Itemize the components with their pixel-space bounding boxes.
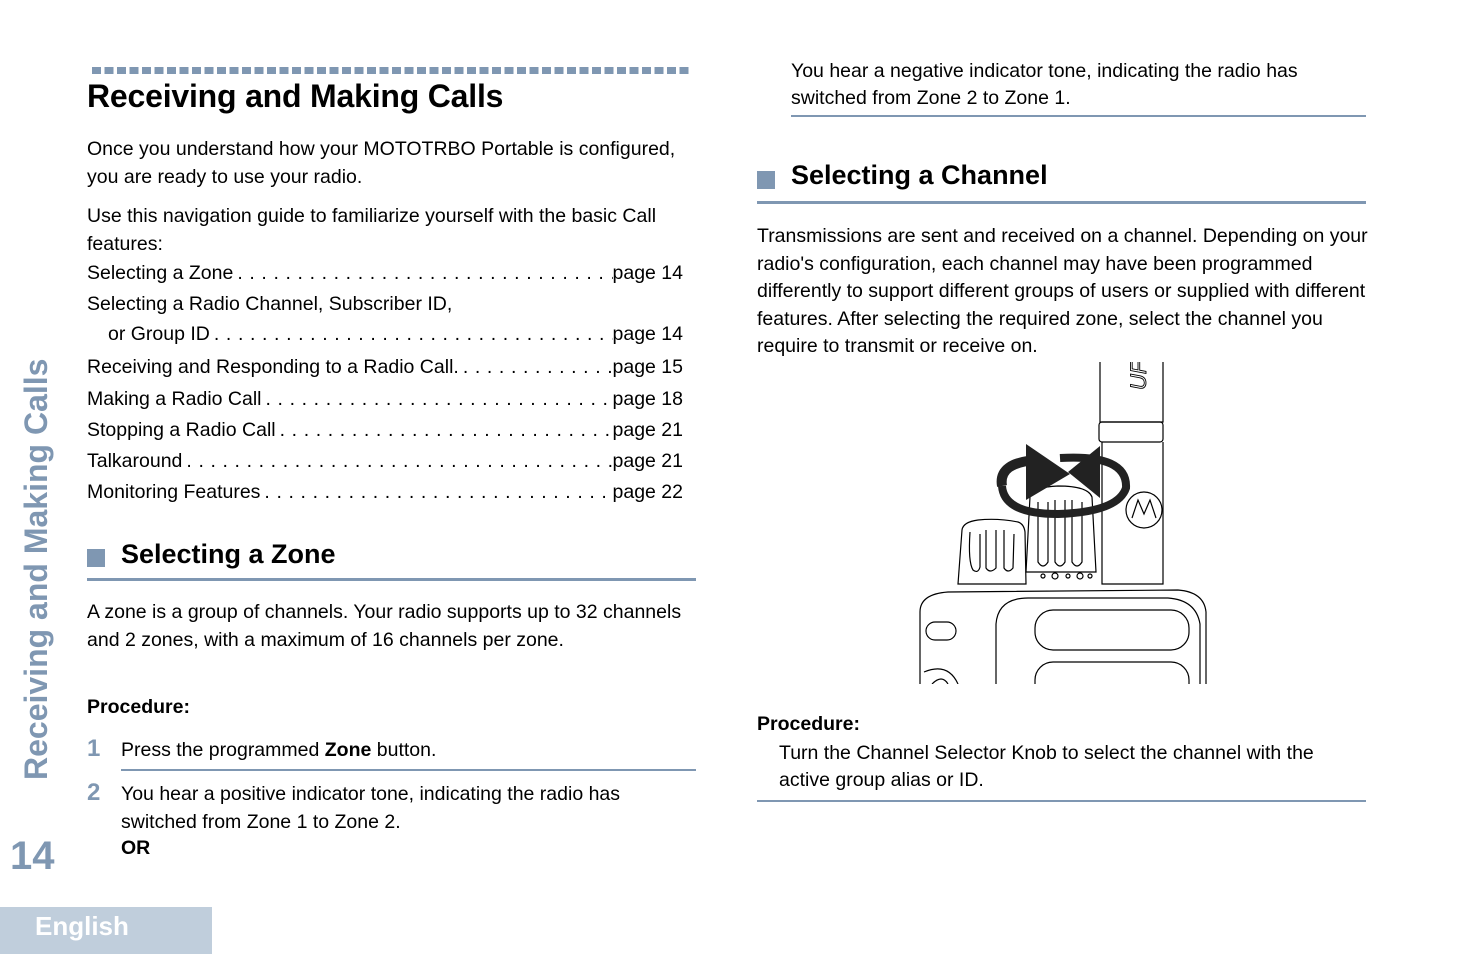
- zone-description: A zone is a group of channels. Your radi…: [87, 601, 682, 651]
- heading-rule: [757, 201, 1366, 204]
- toc-leader-dots: [182, 450, 612, 473]
- radio-knob-illustration: UF: [918, 362, 1213, 684]
- page-title: Receiving and Making Calls: [87, 78, 504, 114]
- toc-leader-dots: [210, 319, 613, 349]
- toc-label: Monitoring Features: [87, 481, 261, 504]
- heading-square-icon: [757, 171, 775, 189]
- intro-paragraph-2: Use this navigation guide to familiarize…: [87, 205, 657, 255]
- toc-label: Selecting a Zone: [87, 262, 234, 284]
- toc-label: Making a Radio Call: [87, 387, 262, 410]
- toc-label: Receiving and Responding to a Radio Call…: [87, 356, 459, 379]
- toc-page: page 14: [612, 262, 684, 284]
- procedure-label: Procedure:: [87, 696, 190, 718]
- toc-entry[interactable]: Making a Radio Call page 18: [87, 388, 683, 419]
- procedure-text: Turn the Channel Selector Knob to select…: [779, 742, 1314, 791]
- section-dotted-rule: [92, 67, 692, 74]
- zone-heading: Selecting a Zone: [121, 539, 336, 569]
- antenna-icon: UF: [1098, 362, 1164, 585]
- motorola-logo-icon: [1125, 491, 1163, 529]
- heading-square-icon: [87, 549, 105, 567]
- toc-leader-dots: [262, 388, 613, 411]
- toc-entry[interactable]: Selecting a Radio Channel, Subscriber ID…: [87, 293, 683, 356]
- toc-page: page 14: [612, 323, 684, 346]
- step-rule: [121, 769, 696, 771]
- step-text: Press the programmed Zone button.: [121, 736, 436, 764]
- procedure-label: Procedure:: [757, 713, 860, 735]
- toc-entry[interactable]: Selecting a Zone page 14: [87, 262, 683, 293]
- navigation-guide: Selecting a Zone page 14 Selecting a Rad…: [87, 262, 683, 513]
- toc-leader-dots: [233, 262, 612, 285]
- toc-page: page 15: [612, 356, 684, 379]
- step-rule: [791, 115, 1366, 117]
- step-number: 2: [87, 779, 101, 806]
- channel-selector-knob-icon: [1025, 485, 1097, 580]
- step-number: 1: [87, 735, 101, 762]
- or-label: OR: [121, 837, 151, 859]
- zone-button-name: Zone: [324, 739, 372, 761]
- step-text: You hear a positive indicator tone, indi…: [121, 783, 621, 833]
- sidebar-section-title: Receiving and Making Calls: [18, 358, 54, 780]
- channel-heading: Selecting a Channel: [791, 160, 1048, 190]
- toc-leader-dots: [276, 419, 613, 442]
- step-rule: [757, 800, 1366, 802]
- toc-page: page 21: [612, 418, 684, 441]
- rotate-arrow-icon: [996, 444, 1130, 519]
- intro-paragraph-1: Once you understand how your MOTOTRBO Po…: [87, 138, 676, 188]
- radio-body-icon: [919, 589, 1207, 684]
- volume-knob-icon: [957, 518, 1027, 585]
- toc-label: Selecting a Radio Channel, Subscriber ID…: [87, 293, 453, 316]
- svg-text:UF: UF: [1126, 362, 1151, 390]
- page-number: 14: [10, 834, 55, 878]
- channel-description: Transmissions are sent and received on a…: [757, 225, 1368, 357]
- toc-entry[interactable]: Receiving and Responding to a Radio Call…: [87, 356, 683, 387]
- toc-leader-dots: [260, 481, 612, 504]
- toc-page: page 21: [612, 450, 684, 473]
- step-text-part: button.: [371, 739, 437, 761]
- language-label: English: [35, 911, 129, 941]
- toc-entry[interactable]: Talkaround page 21: [87, 450, 683, 481]
- toc-label: Stopping a Radio Call: [87, 418, 276, 441]
- toc-entry[interactable]: Monitoring Features page 22: [87, 481, 683, 512]
- toc-label-continued: or Group ID: [108, 323, 210, 346]
- heading-rule: [87, 578, 696, 581]
- toc-page: page 22: [612, 481, 684, 504]
- toc-label: Talkaround: [87, 450, 183, 473]
- toc-entry[interactable]: Stopping a Radio Call page 21: [87, 419, 683, 450]
- toc-leader-dots: [459, 356, 613, 379]
- toc-page: page 18: [612, 387, 684, 410]
- zone-continuation-text: You hear a negative indicator tone, indi…: [791, 60, 1298, 109]
- step-text-part: Press the programmed: [121, 739, 325, 761]
